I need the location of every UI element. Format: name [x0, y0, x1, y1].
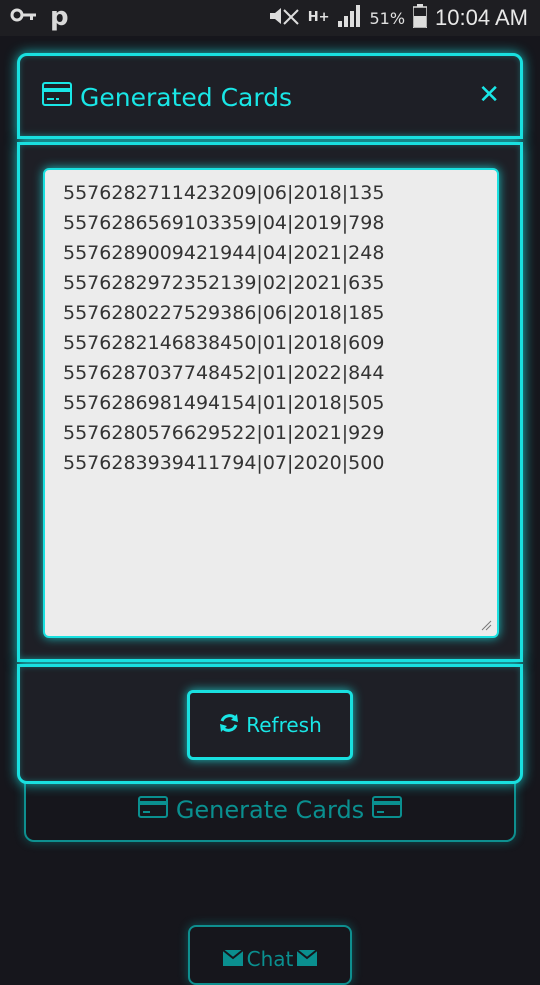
- key-icon: [10, 7, 38, 27]
- card-line: 5576282972352139|02|2021|635: [63, 272, 385, 294]
- card-line: 5576287037748452|01|2022|844: [63, 362, 385, 384]
- refresh-label: Refresh: [246, 713, 322, 737]
- card-line: 5576282711423209|06|2018|135: [63, 182, 385, 204]
- card-line: 5576280576629522|01|2021|929: [63, 422, 385, 444]
- envelope-icon: [222, 947, 244, 983]
- app-notification-icon: p: [50, 2, 69, 32]
- mute-icon: [268, 6, 300, 30]
- close-button[interactable]: ✕: [478, 80, 500, 110]
- modal-title: Generated Cards: [42, 82, 292, 112]
- card-line: 5576286981494154|01|2018|505: [63, 392, 385, 414]
- card-line: 5576283939411794|07|2020|500: [63, 452, 385, 474]
- modal-title-text: Generated Cards: [80, 82, 293, 112]
- status-bar: p H+ 51% 10:04 AM: [0, 0, 540, 36]
- envelope-icon: [296, 947, 318, 983]
- card-line: 5576282146838450|01|2018|609: [63, 332, 385, 354]
- battery-icon: [412, 4, 428, 32]
- card-line: 5576286569103359|04|2019|798: [63, 212, 385, 234]
- credit-card-icon: [372, 796, 403, 824]
- chat-button[interactable]: Chat: [188, 925, 352, 985]
- resize-handle-icon[interactable]: [480, 619, 492, 631]
- modal-footer: Refresh: [17, 664, 523, 784]
- refresh-button[interactable]: Refresh: [187, 690, 353, 760]
- chat-label: Chat: [246, 947, 294, 971]
- signal-icon: [337, 5, 361, 31]
- clock: 10:04 AM: [435, 5, 528, 30]
- credit-card-icon: [42, 82, 72, 112]
- card-line: 5576280227529386|06|2018|185: [63, 302, 385, 324]
- generated-cards-textarea[interactable]: 5576282711423209|06|2018|135 557628656910…: [43, 168, 499, 638]
- card-line: 5576289009421944|04|2021|248: [63, 242, 385, 264]
- network-type: H+: [307, 10, 330, 25]
- generate-cards-label: Generate Cards: [175, 796, 365, 824]
- battery-percent: 51%: [369, 8, 406, 28]
- refresh-icon: [218, 712, 240, 739]
- modal-header: Generated Cards ✕: [17, 53, 523, 139]
- credit-card-icon: [137, 796, 168, 824]
- modal-body: 5576282711423209|06|2018|135 557628656910…: [17, 142, 523, 662]
